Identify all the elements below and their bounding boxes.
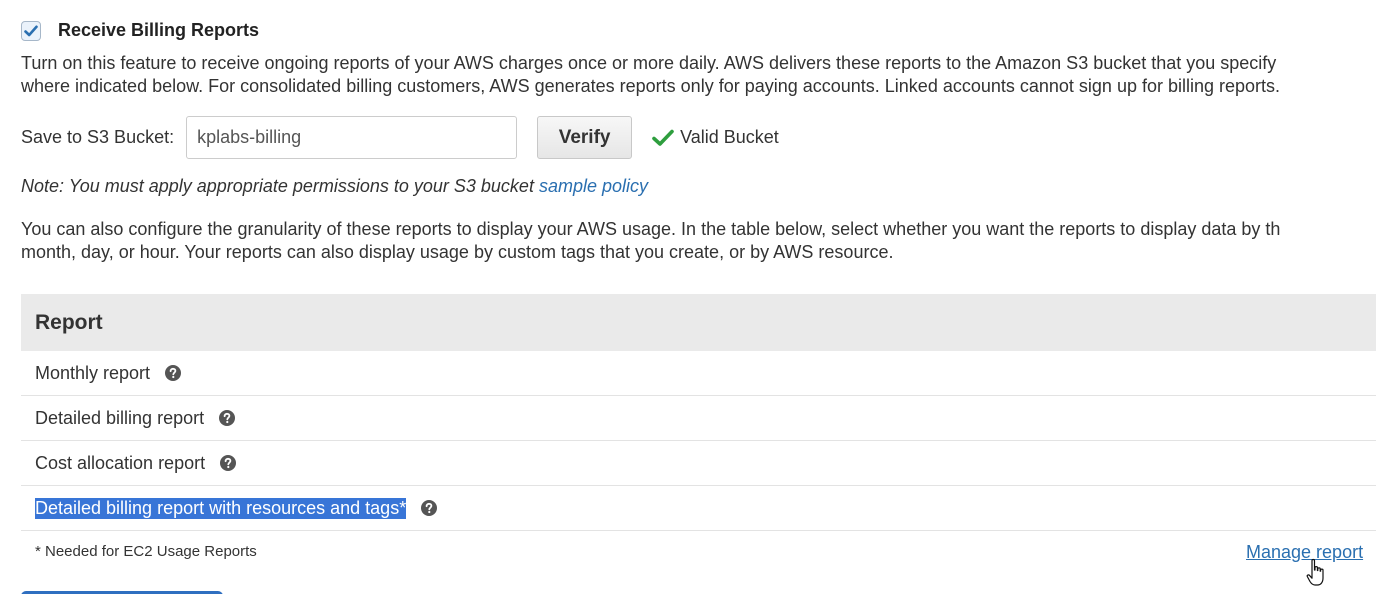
- s3-bucket-input[interactable]: [186, 116, 518, 159]
- billing-description-line: where indicated below. For consolidated …: [21, 76, 1281, 96]
- valid-bucket-text: Valid Bucket: [680, 127, 779, 147]
- billing-description-line: Turn on this feature to receive ongoing …: [21, 53, 1277, 73]
- billing-preferences-page: Receive Billing Reports Turn on this fea…: [0, 0, 1376, 594]
- table-row[interactable]: Detailed billing report: [21, 396, 1376, 441]
- report-name-detailed-billing: Detailed billing report: [35, 407, 205, 428]
- verify-button[interactable]: Verify: [537, 116, 633, 159]
- sample-policy-link[interactable]: sample policy: [539, 176, 648, 196]
- granularity-description-line: month, day, or hour. Your reports can al…: [21, 242, 894, 262]
- help-icon[interactable]: [219, 410, 236, 426]
- checkmark-icon: [24, 25, 38, 36]
- report-table: Report Monthly report Detailed billing r…: [21, 294, 1376, 531]
- s3-bucket-label: Save to S3 Bucket:: [21, 127, 175, 147]
- granularity-description: You can also configure the granularity o…: [21, 218, 1280, 264]
- help-icon[interactable]: [421, 500, 438, 516]
- report-name-detailed-resources-tags: Detailed billing report with resources a…: [35, 497, 407, 519]
- receive-billing-reports-checkbox[interactable]: [21, 20, 41, 41]
- table-row[interactable]: Cost allocation report: [21, 441, 1376, 486]
- permissions-note: Note: You must apply appropriate permiss…: [21, 176, 648, 197]
- valid-bucket-status: Valid Bucket: [652, 127, 779, 148]
- table-row[interactable]: Monthly report: [21, 351, 1376, 396]
- receive-billing-reports-label[interactable]: Receive Billing Reports: [58, 20, 259, 41]
- green-check-icon: [652, 129, 674, 146]
- s3-bucket-row: Save to S3 Bucket: Verify Valid Bucket: [21, 116, 779, 159]
- permissions-note-text: Note: You must apply appropriate permiss…: [21, 176, 534, 196]
- report-name-cost-allocation: Cost allocation report: [35, 452, 206, 473]
- hand-cursor-icon: [1306, 558, 1324, 586]
- table-row[interactable]: Detailed billing report with resources a…: [21, 486, 1376, 531]
- help-icon[interactable]: [165, 365, 182, 381]
- ec2-usage-footnote: * Needed for EC2 Usage Reports: [35, 543, 257, 560]
- report-table-header: Report: [21, 294, 1376, 351]
- billing-description: Turn on this feature to receive ongoing …: [21, 52, 1280, 98]
- granularity-description-line: You can also configure the granularity o…: [21, 219, 1281, 239]
- manage-report-link[interactable]: Manage report: [1246, 542, 1363, 563]
- receive-billing-reports-row: Receive Billing Reports: [21, 20, 259, 41]
- report-name-monthly: Monthly report: [35, 362, 151, 383]
- help-icon[interactable]: [220, 455, 237, 471]
